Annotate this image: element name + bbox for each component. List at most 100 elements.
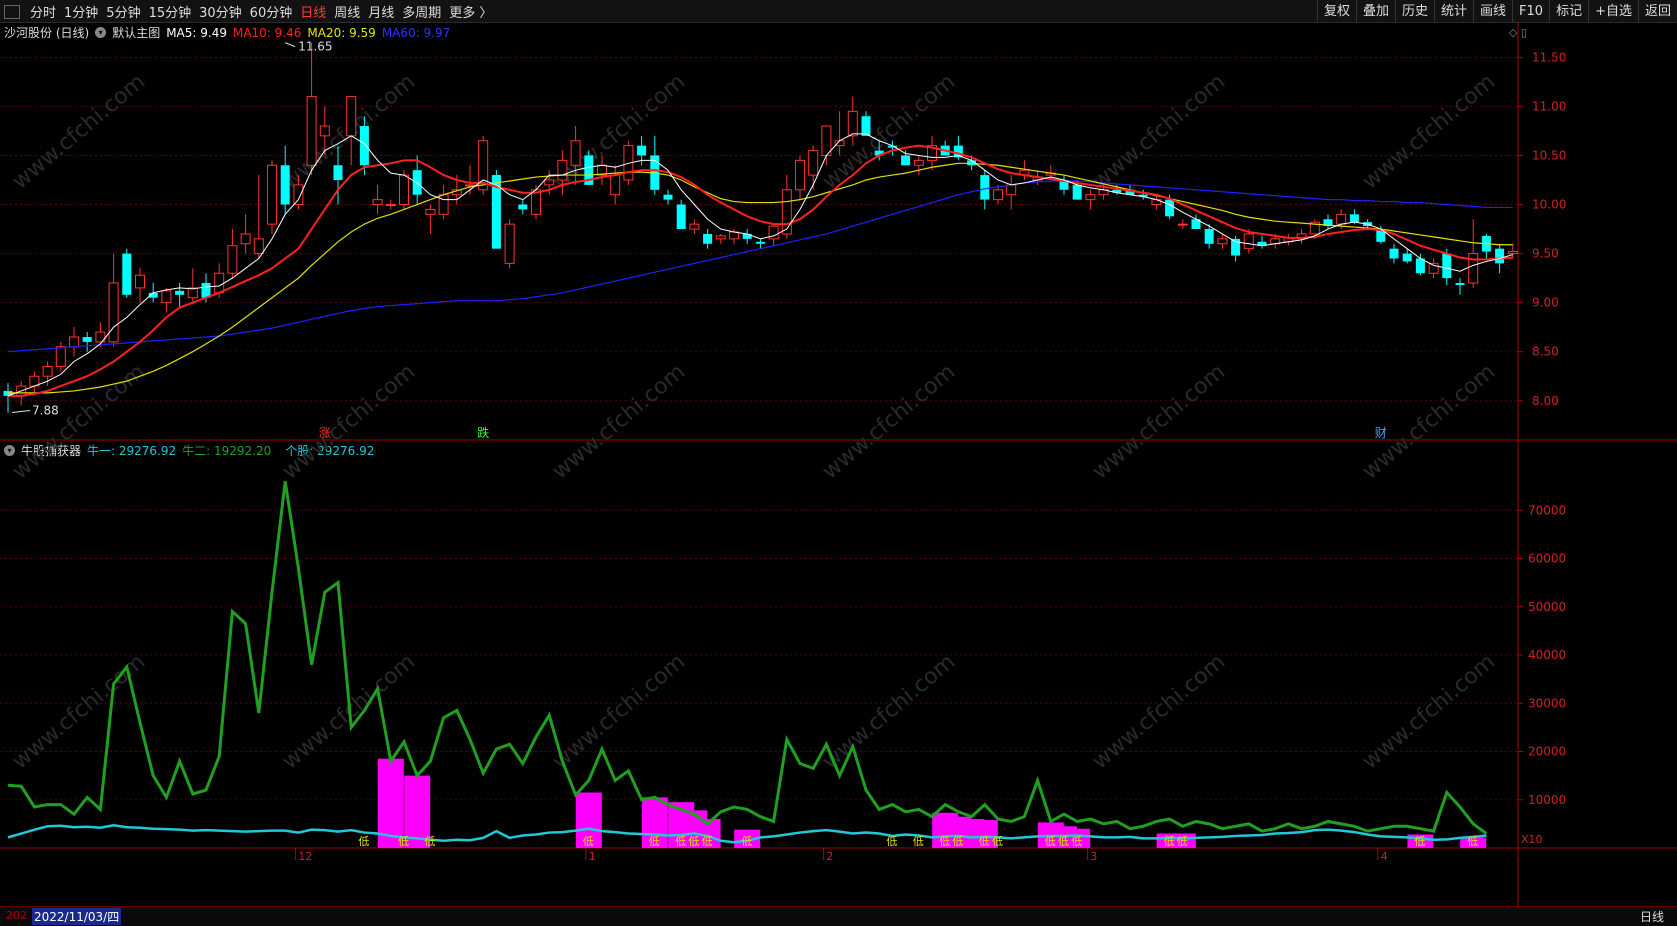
candle-body-up: [1085, 194, 1096, 201]
status-period[interactable]: 日线: [1640, 908, 1664, 925]
candle-body-up: [161, 290, 172, 304]
watermark: www.cfchi.com: [1088, 69, 1230, 194]
candle-body-up: [267, 164, 277, 225]
candle-body-up: [306, 96, 317, 166]
candle-body-up: [1243, 233, 1254, 250]
candle-body-down: [637, 145, 647, 156]
candle-body-down: [980, 175, 990, 200]
watermark: www.cfchi.com: [1358, 649, 1500, 774]
low-marker: 低: [702, 835, 713, 848]
kline-chart[interactable]: 11.50 11.00 10.50 10.00 9.50 9.00 8.50 8.00 7000…: [0, 0, 1677, 906]
candle-body-up: [385, 204, 396, 207]
month-label: 2: [826, 850, 833, 863]
candle-body-up: [319, 125, 330, 137]
low-marker: 低: [1045, 835, 1056, 848]
watermark: www.cfchi.com: [8, 359, 150, 484]
candle-body-up: [69, 336, 79, 348]
candle-body-up: [372, 199, 383, 206]
candle-body-up: [108, 282, 119, 343]
candle-body-up: [253, 238, 264, 255]
candle-body-down: [1349, 214, 1359, 223]
watermark: www.cfchi.com: [8, 69, 150, 194]
main-y-tick-label: 11.00: [1532, 99, 1566, 113]
main-y-tick-label: 11.50: [1532, 50, 1566, 64]
candle-body-down: [1495, 248, 1505, 264]
sub-y-tick-label: 30000: [1528, 696, 1566, 710]
candle-body-up: [781, 189, 792, 235]
candle-body-up: [1217, 238, 1228, 245]
candle-body-up: [689, 223, 700, 230]
candle-body-up: [913, 159, 924, 166]
candle-body-down: [359, 126, 369, 166]
niu-line: [7, 481, 1488, 835]
candle-body-up: [847, 110, 858, 137]
candle-body-down: [703, 233, 713, 244]
candle-body-up: [821, 125, 832, 156]
candle-body-up: [808, 150, 819, 176]
month-label: 1: [589, 850, 596, 863]
cursor-date: 2022/11/03/四: [32, 908, 122, 925]
sub-y-tick-label: 20000: [1528, 745, 1566, 759]
month-label: 4: [1381, 850, 1388, 863]
month-label: 3: [1090, 850, 1097, 863]
candle-body-down: [280, 165, 290, 205]
candle-body-up: [214, 272, 225, 294]
candle-body-up: [557, 159, 568, 181]
candle-body-up: [1006, 184, 1017, 196]
candle-body-up: [425, 208, 436, 215]
candle-body-up: [240, 233, 251, 245]
candle-body-down: [1072, 184, 1082, 200]
candle-body-down: [1415, 258, 1425, 274]
candle-body-up: [795, 159, 805, 191]
low-marker: 低: [583, 835, 594, 848]
candle-body-up: [465, 184, 475, 187]
candle-body-down: [755, 241, 765, 244]
candle-body-down: [175, 290, 185, 295]
candle-body-up: [504, 223, 515, 264]
scale-x10-label: X10: [1521, 833, 1543, 846]
main-y-tick-label: 10.50: [1532, 148, 1566, 162]
candle-body-down: [82, 336, 92, 342]
candle-body-down: [1455, 283, 1465, 285]
low-marker: 低: [675, 835, 686, 848]
main-y-tick-label: 8.00: [1532, 394, 1559, 408]
signal-marker: 财: [1375, 426, 1387, 440]
candle-body-up: [729, 231, 739, 240]
candle-body-up: [1507, 251, 1518, 255]
sub-y-tick-label: 50000: [1528, 600, 1566, 614]
watermark: www.cfchi.com: [818, 359, 960, 484]
candle-body-up: [993, 189, 1003, 201]
watermark: www.cfchi.com: [1358, 359, 1500, 484]
sub-y-tick-label: 60000: [1528, 552, 1566, 566]
low-marker: 低: [1071, 835, 1082, 848]
low-marker: 低: [398, 835, 409, 848]
chart-corner-icons[interactable]: ◇ ▯: [1509, 26, 1527, 39]
candle-body-down: [1402, 253, 1412, 262]
low-price-label: 7.88: [32, 404, 59, 418]
candle-body-down: [1389, 248, 1399, 259]
month-label: 12: [298, 850, 312, 863]
main-y-tick-label: 9.00: [1532, 296, 1559, 310]
watermark: www.cfchi.com: [278, 359, 420, 484]
low-marker: 低: [1058, 835, 1069, 848]
candle-body-down: [1165, 199, 1175, 217]
signal-marker: 跌: [477, 425, 489, 440]
main-y-tick-label: 10.00: [1532, 198, 1566, 212]
candle-body-down: [518, 204, 528, 210]
date-prefix: 202: [6, 909, 27, 922]
low-marker: 低: [886, 835, 897, 848]
high-price-label: 11.65: [298, 40, 332, 54]
watermark: www.cfchi.com: [548, 359, 690, 484]
status-bar: 202 2022/11/03/四 日线: [0, 906, 1677, 926]
candle-body-up: [399, 174, 409, 206]
watermark: www.cfchi.com: [818, 649, 960, 774]
sub-y-tick-label: 70000: [1528, 503, 1566, 517]
watermark: www.cfchi.com: [8, 649, 150, 774]
watermark: www.cfchi.com: [548, 649, 690, 774]
low-marker: 低: [939, 835, 950, 848]
low-pointer: [11, 410, 31, 414]
candle-body-up: [570, 140, 581, 166]
low-marker: 低: [424, 835, 435, 848]
watermark: www.cfchi.com: [1088, 359, 1230, 484]
main-y-tick-label: 8.50: [1532, 345, 1559, 359]
